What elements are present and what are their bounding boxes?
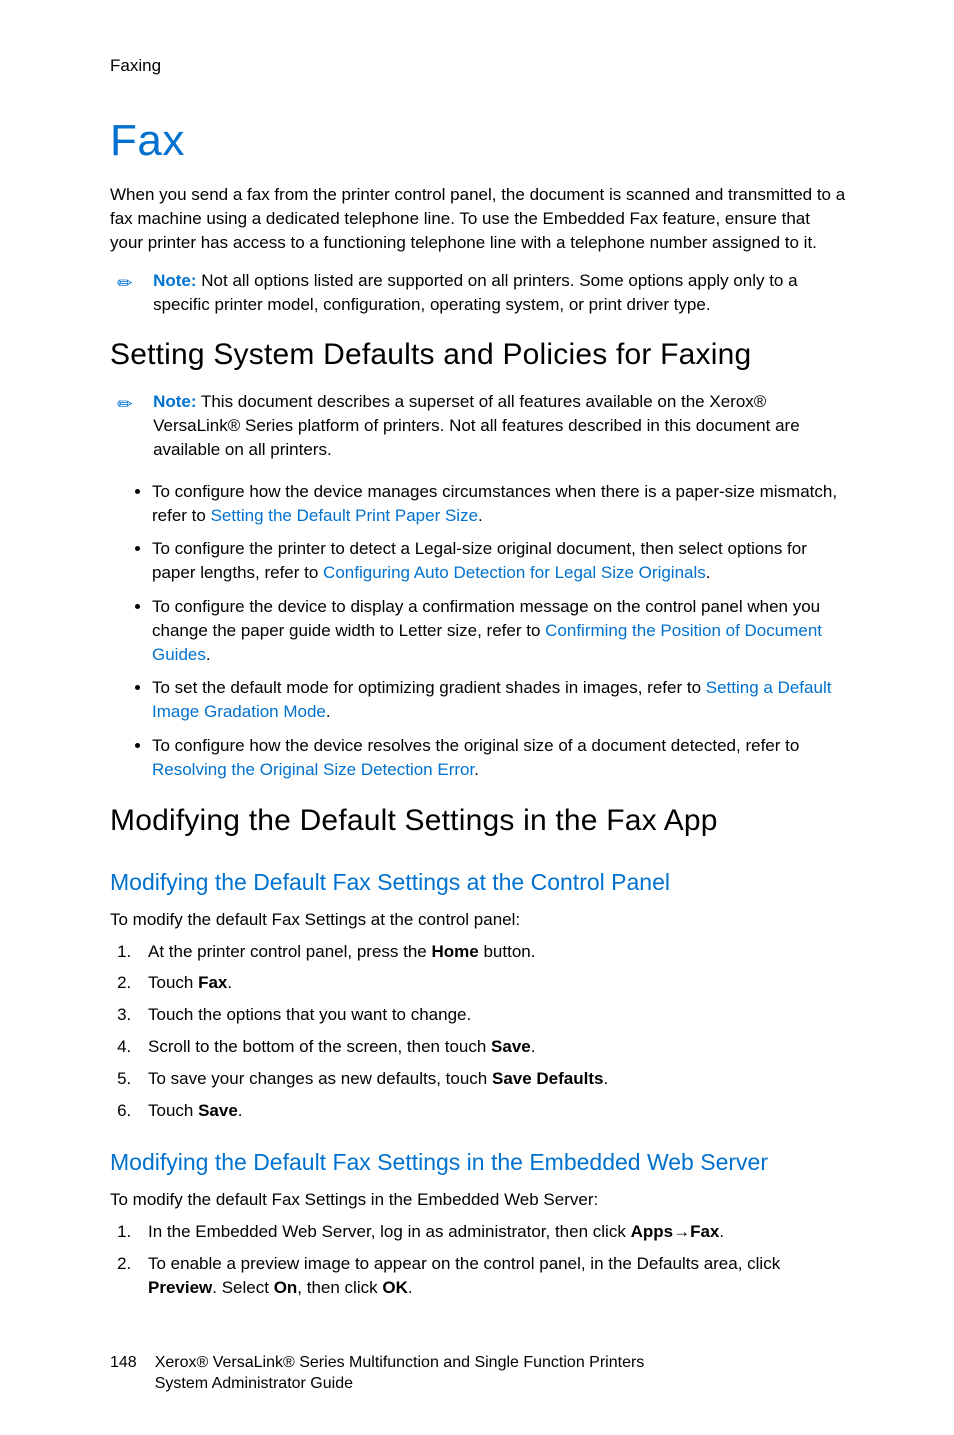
step-text: Touch (148, 973, 198, 992)
intro-paragraph: When you send a fax from the printer con… (110, 183, 847, 254)
running-header: Faxing (110, 54, 847, 78)
step-bold: OK (382, 1278, 408, 1297)
heading-defaults-policies: Setting System Defaults and Policies for… (110, 334, 847, 376)
bullet-text-post: . (206, 645, 211, 664)
note-body: Note: Not all options listed are support… (153, 269, 847, 317)
cross-reference-link[interactable]: Setting the Default Print Paper Size (211, 506, 478, 525)
step-bold: Fax (198, 973, 227, 992)
pencil-icon: ✎ (111, 391, 139, 419)
cross-reference-link[interactable]: Configuring Auto Detection for Legal Siz… (323, 563, 706, 582)
step-text: , then click (297, 1278, 382, 1297)
cross-reference-link[interactable]: Resolving the Original Size Detection Er… (152, 760, 474, 779)
step-bold: Preview (148, 1278, 212, 1297)
page-title: Fax (110, 110, 847, 172)
step-text: . (531, 1037, 536, 1056)
step-text: . (408, 1278, 413, 1297)
list-item: To configure the device to display a con… (152, 595, 847, 666)
lead-text: To modify the default Fax Settings in th… (110, 1188, 847, 1212)
steps-list: At the printer control panel, press the … (110, 940, 847, 1123)
step-text: To save your changes as new defaults, to… (148, 1069, 492, 1088)
note-label: Note: (153, 271, 196, 290)
step-item: In the Embedded Web Server, log in as ad… (136, 1220, 847, 1244)
note-text: Not all options listed are supported on … (153, 271, 797, 314)
page-footer: 148 Xerox® VersaLink® Series Multifuncti… (110, 1352, 847, 1395)
step-text: . Select (212, 1278, 273, 1297)
step-text: Touch (148, 1101, 198, 1120)
subheading-control-panel: Modifying the Default Fax Settings at th… (110, 866, 847, 898)
step-bold: Save (198, 1101, 238, 1120)
lead-text: To modify the default Fax Settings at th… (110, 908, 847, 932)
bullet-text-pre: To configure how the device resolves the… (152, 736, 799, 755)
step-text: At the printer control panel, press the (148, 942, 432, 961)
step-item: At the printer control panel, press the … (136, 940, 847, 964)
subheading-ews: Modifying the Default Fax Settings in th… (110, 1146, 847, 1178)
step-bold: Apps (631, 1222, 674, 1241)
step-item: Touch the options that you want to chang… (136, 1003, 847, 1027)
step-text: In the Embedded Web Server, log in as ad… (148, 1222, 631, 1241)
steps-list: In the Embedded Web Server, log in as ad… (110, 1220, 847, 1299)
bullet-text-post: . (478, 506, 483, 525)
step-bold: Save Defaults (492, 1069, 604, 1088)
step-item: Scroll to the bottom of the screen, then… (136, 1035, 847, 1059)
footer-line2: System Administrator Guide (155, 1373, 847, 1395)
step-bold: On (274, 1278, 298, 1297)
bullet-text-pre: To set the default mode for optimizing g… (152, 678, 706, 697)
note-label: Note: (153, 392, 196, 411)
step-item: To enable a preview image to appear on t… (136, 1252, 847, 1300)
step-bold: Home (432, 942, 479, 961)
step-text: . (603, 1069, 608, 1088)
step-text: . (238, 1101, 243, 1120)
note-body: Note: This document describes a superset… (153, 390, 847, 461)
page-number: 148 (110, 1352, 137, 1395)
note-text: This document describes a superset of al… (153, 392, 800, 459)
step-bold: Save (491, 1037, 531, 1056)
step-text: Scroll to the bottom of the screen, then… (148, 1037, 491, 1056)
step-text: button. (479, 942, 536, 961)
list-item: To configure how the device resolves the… (152, 734, 847, 782)
bullet-text-post: . (706, 563, 711, 582)
bullet-list: To configure how the device manages circ… (110, 480, 847, 782)
step-item: Touch Save. (136, 1099, 847, 1123)
footer-line1: Xerox® VersaLink® Series Multifunction a… (155, 1352, 847, 1374)
step-text: . (719, 1222, 724, 1241)
list-item: To configure the printer to detect a Leg… (152, 537, 847, 585)
step-text: → (673, 1222, 690, 1241)
bullet-text-post: . (474, 760, 479, 779)
bullet-text-post: . (326, 702, 331, 721)
step-bold: Fax (690, 1222, 719, 1241)
step-item: To save your changes as new defaults, to… (136, 1067, 847, 1091)
list-item: To set the default mode for optimizing g… (152, 676, 847, 724)
footer-text: Xerox® VersaLink® Series Multifunction a… (155, 1352, 847, 1395)
step-text: . (227, 973, 232, 992)
step-text: To enable a preview image to appear on t… (148, 1254, 780, 1273)
note-block: ✎ Note: Not all options listed are suppo… (110, 269, 847, 317)
step-text: Touch the options that you want to chang… (148, 1005, 471, 1024)
step-item: Touch Fax. (136, 971, 847, 995)
heading-modifying-app: Modifying the Default Settings in the Fa… (110, 800, 847, 842)
pencil-icon: ✎ (111, 269, 139, 297)
list-item: To configure how the device manages circ… (152, 480, 847, 528)
note-block: ✎ Note: This document describes a supers… (110, 390, 847, 461)
